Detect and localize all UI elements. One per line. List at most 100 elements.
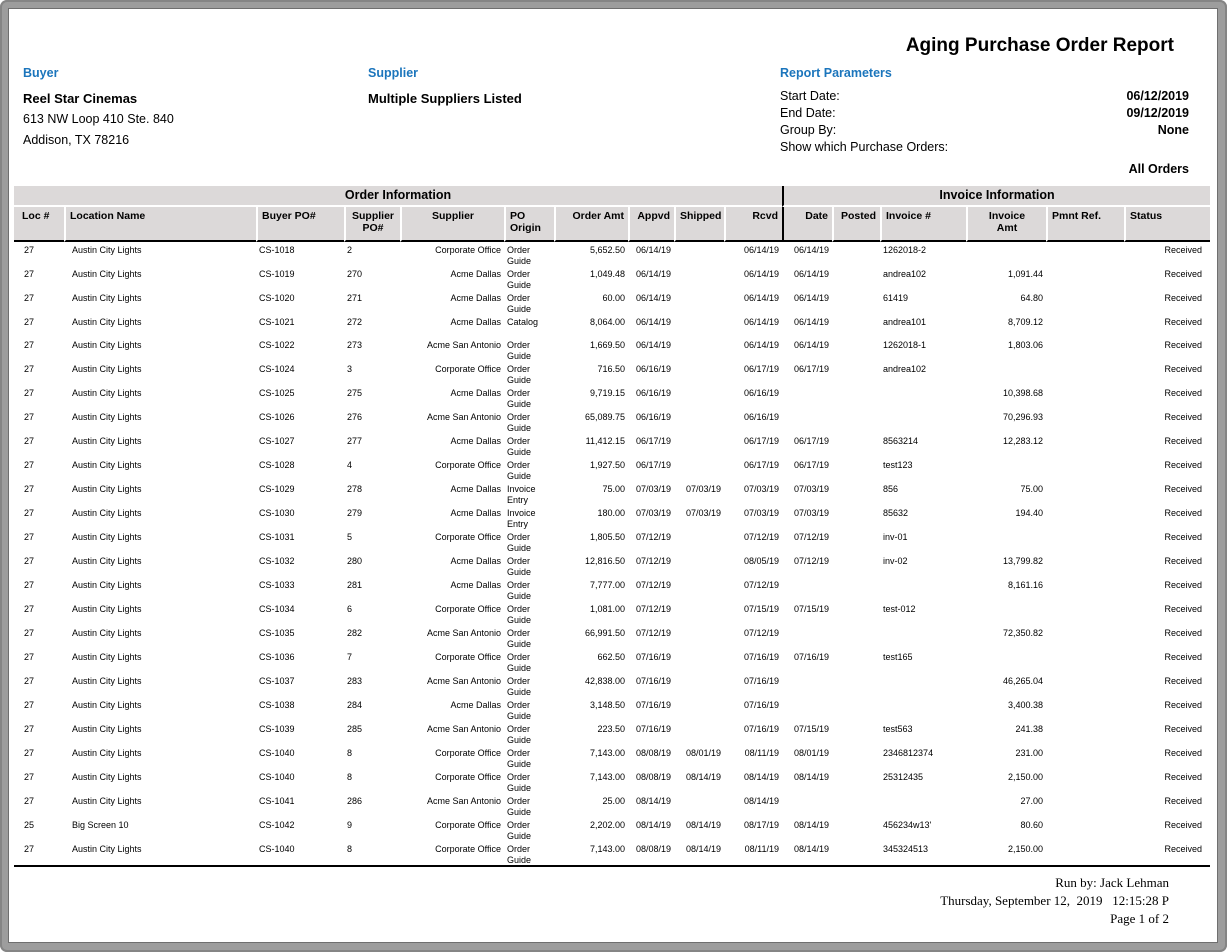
cell-loc: 27: [14, 361, 64, 385]
cell-appvd: 07/12/19: [628, 529, 674, 553]
cell-order-amt: 662.50: [554, 649, 628, 673]
cell-posted: [832, 433, 880, 457]
col-header-order-amt: Order Amt: [554, 207, 628, 242]
cell-status: Received: [1124, 266, 1210, 290]
param-value: None: [1158, 122, 1189, 139]
cell-invoice-num: 85632: [880, 505, 966, 529]
cell-posted: [832, 769, 880, 793]
table-row: 27Austin City LightsCS-1019270Acme Dalla…: [14, 266, 1210, 290]
cell-status: Received: [1124, 361, 1210, 385]
cell-supplier: Corporate Office: [400, 361, 504, 385]
cell-shipped: 07/03/19: [674, 505, 724, 529]
cell-pmnt-ref: [1046, 314, 1124, 337]
cell-date: 06/14/19: [782, 290, 832, 314]
cell-invoice-num: test563: [880, 721, 966, 745]
cell-order-amt: 1,927.50: [554, 457, 628, 481]
cell-invoice-amt: 72,350.82: [966, 625, 1046, 649]
col-header-shipped: Shipped: [674, 207, 724, 242]
cell-pmnt-ref: [1046, 481, 1124, 505]
cell-status: Received: [1124, 385, 1210, 409]
cell-shipped: [674, 697, 724, 721]
cell-invoice-num: [880, 673, 966, 697]
cell-buyer-po: CS-1040: [256, 745, 344, 769]
cell-supplier-po: 272: [344, 314, 400, 337]
cell-po-origin: Order Guide: [504, 290, 554, 314]
cell-posted: [832, 745, 880, 769]
cell-appvd: 06/16/19: [628, 385, 674, 409]
cell-status: Received: [1124, 673, 1210, 697]
cell-buyer-po: CS-1019: [256, 266, 344, 290]
col-header-appvd: Appvd: [628, 207, 674, 242]
cell-supplier-po: 282: [344, 625, 400, 649]
cell-loc: 27: [14, 481, 64, 505]
cell-status: Received: [1124, 601, 1210, 625]
header-info-row: Buyer Reel Star Cinemas 613 NW Loop 410 …: [9, 66, 1189, 178]
table-row: 27Austin City LightsCS-10408Corporate Of…: [14, 841, 1210, 867]
cell-loc: 27: [14, 769, 64, 793]
cell-supplier: Acme Dallas: [400, 433, 504, 457]
cell-invoice-num: [880, 625, 966, 649]
param-label: End Date:: [780, 105, 836, 122]
cell-po-origin: Order Guide: [504, 529, 554, 553]
cell-date: 08/01/19: [782, 745, 832, 769]
cell-appvd: 07/12/19: [628, 577, 674, 601]
cell-pmnt-ref: [1046, 457, 1124, 481]
cell-order-amt: 65,089.75: [554, 409, 628, 433]
cell-appvd: 07/16/19: [628, 721, 674, 745]
cell-po-origin: Order Guide: [504, 601, 554, 625]
cell-date: 07/15/19: [782, 601, 832, 625]
cell-invoice-num: andrea101: [880, 314, 966, 337]
cell-pmnt-ref: [1046, 337, 1124, 361]
cell-location-name: Austin City Lights: [64, 601, 256, 625]
cell-supplier-po: 271: [344, 290, 400, 314]
cell-pmnt-ref: [1046, 745, 1124, 769]
cell-date: [782, 697, 832, 721]
group-header-invoice-information: Invoice Information: [782, 186, 1210, 207]
cell-pmnt-ref: [1046, 385, 1124, 409]
cell-status: Received: [1124, 625, 1210, 649]
cell-location-name: Austin City Lights: [64, 793, 256, 817]
table-row: 27Austin City LightsCS-1030279Acme Dalla…: [14, 505, 1210, 529]
cell-invoice-amt: [966, 601, 1046, 625]
table-row: 27Austin City LightsCS-1038284Acme Dalla…: [14, 697, 1210, 721]
cell-date: [782, 577, 832, 601]
cell-date: 07/16/19: [782, 649, 832, 673]
cell-order-amt: 1,049.48: [554, 266, 628, 290]
table-row: 27Austin City LightsCS-1029278Acme Dalla…: [14, 481, 1210, 505]
footer-page-number: Page 1 of 2: [9, 910, 1169, 928]
cell-invoice-num: 856: [880, 481, 966, 505]
cell-loc: 27: [14, 553, 64, 577]
cell-posted: [832, 817, 880, 841]
report-header: Aging Purchase Order Report Buyer Reel S…: [9, 9, 1217, 186]
cell-status: Received: [1124, 457, 1210, 481]
cell-shipped: [674, 385, 724, 409]
cell-rcvd: 07/03/19: [724, 505, 782, 529]
cell-invoice-num: 1262018-2: [880, 242, 966, 266]
cell-buyer-po: CS-1037: [256, 673, 344, 697]
cell-shipped: [674, 529, 724, 553]
cell-posted: [832, 481, 880, 505]
cell-location-name: Austin City Lights: [64, 505, 256, 529]
cell-location-name: Austin City Lights: [64, 721, 256, 745]
cell-po-origin: Order Guide: [504, 673, 554, 697]
cell-loc: 27: [14, 314, 64, 337]
cell-date: 07/12/19: [782, 553, 832, 577]
cell-loc: 27: [14, 793, 64, 817]
cell-rcvd: 06/16/19: [724, 409, 782, 433]
cell-posted: [832, 314, 880, 337]
cell-po-origin: Order Guide: [504, 242, 554, 266]
cell-invoice-amt: 2,150.00: [966, 841, 1046, 867]
cell-invoice-num: [880, 385, 966, 409]
cell-invoice-amt: 8,161.16: [966, 577, 1046, 601]
cell-supplier: Acme Dallas: [400, 577, 504, 601]
cell-rcvd: 06/14/19: [724, 337, 782, 361]
cell-supplier-po: 6: [344, 601, 400, 625]
cell-posted: [832, 242, 880, 266]
cell-date: [782, 409, 832, 433]
cell-posted: [832, 385, 880, 409]
cell-posted: [832, 290, 880, 314]
cell-shipped: [674, 649, 724, 673]
cell-posted: [832, 673, 880, 697]
cell-invoice-amt: 1,803.06: [966, 337, 1046, 361]
report-footer: Run by: Jack Lehman Thursday, September …: [9, 874, 1217, 928]
